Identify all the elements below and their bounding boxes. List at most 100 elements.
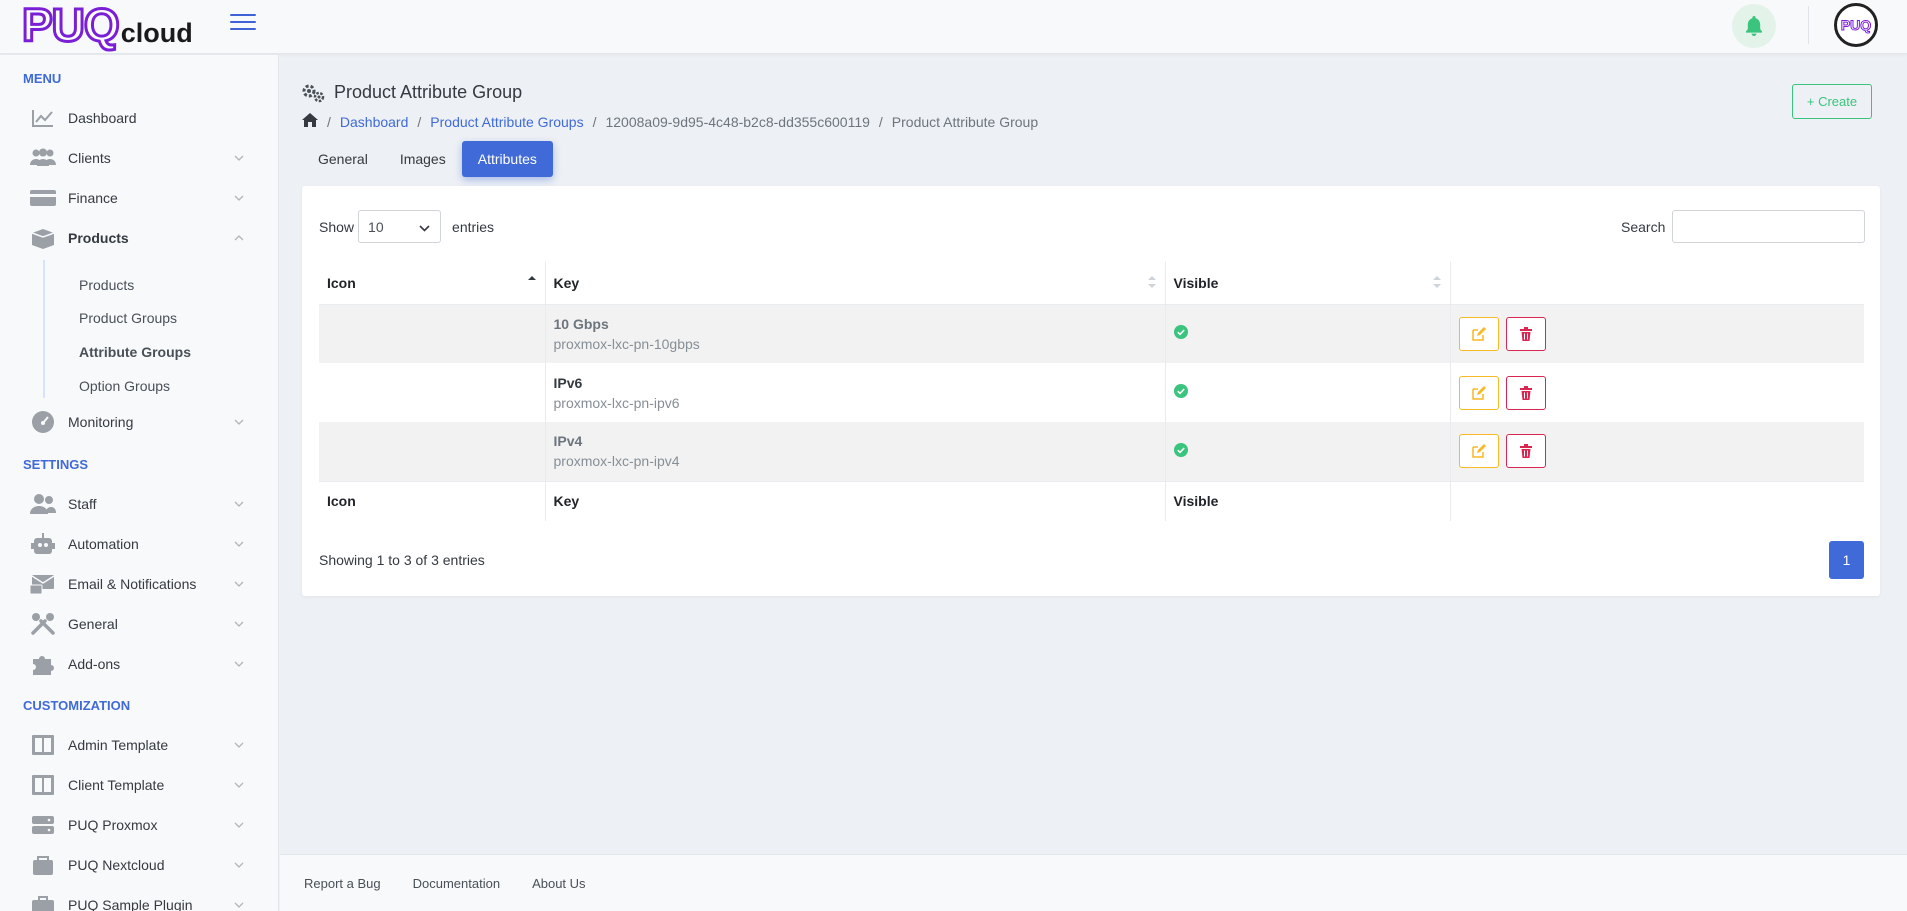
server-icon bbox=[29, 813, 57, 837]
gears-icon bbox=[302, 83, 326, 103]
visible-cell bbox=[1165, 422, 1451, 481]
sidebar-item-clients[interactable]: Clients bbox=[29, 143, 244, 173]
chevron-down-icon bbox=[234, 900, 244, 910]
delete-button[interactable] bbox=[1505, 434, 1546, 469]
column-header-key[interactable]: Key bbox=[545, 262, 1166, 305]
sidebar-item-staff[interactable]: Staff bbox=[29, 489, 244, 519]
footer-report-bug-link[interactable]: Report a Bug bbox=[304, 876, 381, 891]
robot-icon bbox=[29, 532, 57, 556]
subnav-attribute-groups[interactable]: Attribute Groups bbox=[79, 344, 191, 360]
attributes-table: Icon Key Visible 10 Gbps proxmox-lxc-pn-… bbox=[319, 262, 1864, 521]
layout-icon bbox=[29, 733, 57, 757]
sidebar-item-general[interactable]: General bbox=[29, 609, 244, 639]
brand-logo[interactable]: PUQ cloud bbox=[21, 1, 193, 50]
notifications-button[interactable] bbox=[1732, 4, 1776, 48]
sidebar-item-dashboard[interactable]: Dashboard bbox=[29, 103, 244, 133]
create-button[interactable]: + Create bbox=[1792, 84, 1872, 119]
sidebar-item-client-template[interactable]: Client Template bbox=[29, 770, 244, 800]
user-avatar[interactable]: PUQ bbox=[1834, 3, 1878, 47]
entries-label: entries bbox=[452, 218, 495, 235]
sidebar-item-add-ons[interactable]: Add-ons bbox=[29, 649, 244, 679]
page-length-select[interactable]: 10 bbox=[358, 210, 442, 243]
subnav-product-groups[interactable]: Product Groups bbox=[79, 310, 177, 326]
chevron-down-icon bbox=[234, 193, 244, 203]
pagination-page-1[interactable]: 1 bbox=[1829, 541, 1864, 579]
attribute-key: proxmox-lxc-pn-10gbps bbox=[553, 335, 700, 352]
breadcrumb-dashboard[interactable]: Dashboard bbox=[340, 114, 409, 130]
column-header-actions bbox=[1450, 262, 1864, 305]
box-icon bbox=[29, 226, 57, 250]
footer-column-key: Key bbox=[545, 480, 1166, 521]
table-row: IPv6 proxmox-lxc-pn-ipv6 bbox=[319, 363, 1864, 422]
edit-button[interactable] bbox=[1458, 375, 1499, 410]
chevron-down-icon bbox=[234, 619, 244, 629]
key-cell: IPv4 proxmox-lxc-pn-ipv4 bbox=[545, 422, 1166, 481]
footer-documentation-link[interactable]: Documentation bbox=[413, 876, 500, 891]
delete-button[interactable] bbox=[1505, 316, 1546, 351]
breadcrumb-product-attribute-groups[interactable]: Product Attribute Groups bbox=[430, 114, 583, 130]
sidebar-item-puq-sample-plugin[interactable]: PUQ Sample Plugin bbox=[29, 890, 244, 911]
edit-button[interactable] bbox=[1458, 316, 1499, 351]
breadcrumb: / Dashboard / Product Attribute Groups /… bbox=[302, 113, 1038, 130]
sidebar-item-label: Clients bbox=[68, 150, 111, 166]
sort-icon bbox=[1432, 275, 1442, 289]
sidebar-item-label: General bbox=[68, 616, 118, 632]
sidebar-item-label: Add-ons bbox=[68, 656, 121, 672]
visible-cell bbox=[1165, 304, 1451, 363]
chart-line-icon bbox=[29, 106, 57, 130]
footer-column-actions bbox=[1450, 480, 1864, 521]
search-input[interactable] bbox=[1672, 210, 1866, 243]
sidebar-item-automation[interactable]: Automation bbox=[29, 529, 244, 559]
sidebar-item-email-notifications[interactable]: Email & Notifications bbox=[29, 569, 244, 599]
sidebar-section-customization: CUSTOMIZATION bbox=[23, 698, 131, 713]
actions-cell bbox=[1450, 304, 1864, 363]
column-header-visible[interactable]: Visible bbox=[1165, 262, 1451, 305]
key-cell: IPv6 proxmox-lxc-pn-ipv6 bbox=[545, 363, 1166, 422]
search-control: Search bbox=[1621, 210, 1866, 243]
subnav-option-groups[interactable]: Option Groups bbox=[79, 378, 170, 394]
sidebar-item-label: Automation bbox=[68, 536, 139, 552]
footer-column-visible: Visible bbox=[1165, 480, 1451, 521]
home-icon[interactable] bbox=[302, 113, 318, 130]
edit-button[interactable] bbox=[1458, 434, 1499, 469]
page-length-control: Show 10 entries bbox=[319, 210, 494, 243]
sidebar-item-admin-template[interactable]: Admin Template bbox=[29, 730, 244, 760]
layout-icon bbox=[29, 773, 57, 797]
sidebar-item-label: Admin Template bbox=[68, 737, 169, 753]
sidebar-item-monitoring[interactable]: Monitoring bbox=[29, 407, 244, 437]
chevron-down-icon bbox=[419, 219, 430, 235]
hamburger-menu-icon[interactable] bbox=[230, 14, 256, 32]
top-navbar: PUQ cloud PUQ bbox=[0, 0, 1907, 54]
chevron-down-icon bbox=[234, 740, 244, 750]
actions-cell bbox=[1450, 422, 1864, 481]
breadcrumb-uuid: 12008a09-9d95-4c48-b2c8-dd355c600119 bbox=[605, 113, 870, 130]
icon-cell bbox=[319, 304, 546, 363]
sidebar-item-products[interactable]: Products bbox=[29, 223, 244, 253]
delete-button[interactable] bbox=[1505, 375, 1546, 410]
footer-about-link[interactable]: About Us bbox=[532, 876, 585, 891]
icon-cell bbox=[319, 422, 546, 481]
check-circle-icon bbox=[1173, 325, 1188, 342]
chevron-down-icon bbox=[234, 659, 244, 669]
sidebar-item-label: Dashboard bbox=[68, 110, 137, 126]
sidebar-item-puq-nextcloud[interactable]: PUQ Nextcloud bbox=[29, 850, 244, 880]
table-row: IPv4 proxmox-lxc-pn-ipv4 bbox=[319, 422, 1864, 481]
tab-attributes[interactable]: Attributes bbox=[461, 141, 553, 177]
edit-icon bbox=[1471, 444, 1486, 458]
tab-general[interactable]: General bbox=[302, 141, 384, 177]
sidebar-item-puq-proxmox[interactable]: PUQ Proxmox bbox=[29, 810, 244, 840]
chevron-down-icon bbox=[234, 539, 244, 549]
chevron-down-icon bbox=[234, 417, 244, 427]
gauge-icon bbox=[29, 410, 57, 434]
sidebar-item-finance[interactable]: Finance bbox=[29, 183, 244, 213]
puzzle-icon bbox=[29, 652, 57, 676]
attribute-key: proxmox-lxc-pn-ipv4 bbox=[553, 453, 680, 470]
tabs: General Images Attributes bbox=[302, 141, 553, 177]
show-label: Show bbox=[319, 218, 355, 235]
column-header-icon[interactable]: Icon bbox=[319, 262, 546, 305]
sidebar-section-menu: MENU bbox=[23, 71, 62, 86]
footer-column-icon: Icon bbox=[319, 480, 546, 521]
sort-asc-icon bbox=[527, 275, 537, 289]
tab-images[interactable]: Images bbox=[384, 141, 462, 177]
subnav-products[interactable]: Products bbox=[79, 277, 134, 293]
